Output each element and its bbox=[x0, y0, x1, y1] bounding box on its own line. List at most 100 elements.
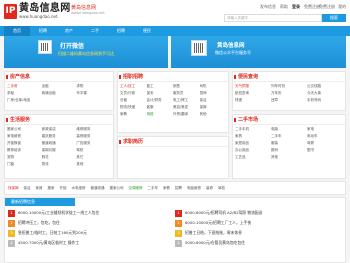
keyword-link[interactable]: 家教 bbox=[163, 186, 170, 191]
service-link[interactable]: 其他 bbox=[76, 161, 111, 168]
keyword-link[interactable]: 驾校 bbox=[218, 186, 225, 191]
convenience-link[interactable]: 快递 bbox=[235, 97, 271, 104]
job-title[interactable]: 4500-7000元/黄岛区临时工 操作工 bbox=[18, 240, 79, 246]
convenience-link[interactable]: 手机号码 bbox=[307, 97, 343, 104]
jobs-link[interactable]: 服务员 bbox=[173, 90, 200, 97]
job-title[interactable]: 急招普工/临时工，日结工160元到200元 bbox=[18, 230, 87, 236]
nav-item-jobs[interactable]: 招聘 bbox=[30, 26, 56, 36]
top-right-mine[interactable]: 我的 bbox=[338, 4, 346, 10]
top-link-publish[interactable]: 发布信息 bbox=[260, 4, 276, 10]
house-link[interactable]: 商铺出租 bbox=[42, 90, 77, 97]
jobs-link[interactable]: 电工/焊工 bbox=[173, 97, 200, 104]
service-link[interactable]: 物流 bbox=[42, 161, 77, 168]
convenience-link[interactable]: 列车时刻 bbox=[271, 83, 307, 90]
convenience-link[interactable]: 航班查询 bbox=[235, 90, 271, 97]
public-account-banner[interactable]: 黄岛信息网 微信公众平台服务号 bbox=[171, 36, 346, 68]
service-link[interactable]: 门窗 bbox=[7, 161, 42, 168]
jobs-link[interactable]: 保洁 bbox=[200, 97, 227, 104]
job-item[interactable]: 4 4500-7000元/黄岛区临时工 操作工 bbox=[8, 238, 175, 248]
second-hand-link[interactable]: 电动车 bbox=[307, 133, 343, 140]
jobs-link[interactable]: 美容/美发 bbox=[173, 104, 200, 111]
second-hand-link[interactable]: 办公用品 bbox=[235, 147, 271, 154]
city-switch[interactable]: 黄岛信息网 www.huangdao.net bbox=[71, 5, 105, 16]
second-hand-link[interactable]: 数码 bbox=[271, 147, 307, 154]
job-item[interactable]: 3 急招普工/临时工，日结工160元到200元 bbox=[8, 228, 175, 238]
nav-item-home[interactable]: 首页 bbox=[4, 26, 30, 36]
site-logo[interactable]: IP 黄岛信息网 www.huangdao.net bbox=[4, 3, 71, 19]
convenience-link[interactable]: 公交线路 bbox=[307, 83, 343, 90]
job-item[interactable]: 4 5000-6000元/仓管员黄岛包吃包住 bbox=[175, 238, 342, 248]
job-title[interactable]: 招普工日结，下班结账，周末休息 bbox=[185, 230, 242, 236]
jobs-link[interactable]: 工人/技工 bbox=[120, 83, 147, 90]
keyword-link[interactable]: 二手车 bbox=[148, 186, 159, 191]
keyword-link[interactable]: 管道疏通 bbox=[91, 186, 105, 191]
keyword-link[interactable]: 保洁 bbox=[24, 186, 31, 191]
house-link[interactable]: 求租 bbox=[7, 90, 42, 97]
top-link-help[interactable]: 帮助 bbox=[280, 4, 288, 10]
job-title[interactable]: 5000-6000元/仓管员黄岛包吃包住 bbox=[185, 240, 245, 246]
job-item[interactable]: 2 招聘冲压工，包吃，包住 bbox=[8, 218, 175, 228]
convenience-link[interactable]: 违章 bbox=[271, 97, 307, 104]
house-link[interactable]: 厂房/仓库/地皮 bbox=[7, 97, 111, 104]
latest-jobs-tab[interactable]: 最新招聘信息 bbox=[5, 198, 75, 206]
second-hand-link[interactable]: 服装 bbox=[271, 140, 307, 147]
job-title[interactable]: 6000-8000元/招聘司机 A2/B2驾照 物流配送 bbox=[185, 210, 262, 216]
service-link[interactable]: 维修服务 bbox=[76, 126, 111, 133]
top-right-register[interactable]: 免费注册 bbox=[319, 4, 335, 10]
nav-item-convenience[interactable]: 便民 bbox=[134, 26, 160, 36]
keyword-link[interactable]: 水电维修 bbox=[72, 186, 86, 191]
convenience-link[interactable]: 今天大事 bbox=[307, 90, 343, 97]
top-link-register[interactable]: 免费注册 bbox=[304, 4, 320, 10]
service-link[interactable]: 管道疏通 bbox=[42, 140, 77, 147]
service-link[interactable]: 教育培训 bbox=[7, 147, 42, 154]
jobs-link[interactable]: 保安 bbox=[147, 90, 174, 97]
job-item[interactable]: 2 6000-10000元/招聘工厂工人，上手快 bbox=[175, 218, 342, 228]
jobs-link[interactable]: 厨师 bbox=[200, 90, 227, 97]
jobs-link[interactable]: 外贸/翻译 bbox=[173, 111, 200, 118]
keyword-link[interactable]: 空调维修 bbox=[129, 186, 143, 191]
job-item[interactable]: 3 招普工日结，下班结账，周末休息 bbox=[175, 228, 342, 238]
second-hand-link[interactable]: 母婴 bbox=[307, 140, 343, 147]
job-item[interactable]: 1 6000-10000元/工业缝纫机学徒工一线工人包住 bbox=[8, 208, 175, 218]
second-hand-link[interactable]: 家具 bbox=[235, 133, 271, 140]
jobs-link[interactable]: 文员/行政 bbox=[120, 90, 147, 97]
service-link[interactable]: 广告服务 bbox=[76, 140, 111, 147]
jobs-link[interactable]: 司机 bbox=[200, 83, 227, 90]
job-title[interactable]: 招聘冲压工，包吃，包住 bbox=[18, 220, 60, 226]
nav-item-second[interactable]: 二手 bbox=[82, 26, 108, 36]
second-hand-link[interactable]: 二手手机 bbox=[235, 126, 271, 133]
jobs-link[interactable]: 其他 bbox=[200, 111, 227, 118]
service-link[interactable]: 装修服务 bbox=[76, 133, 111, 140]
house-link[interactable]: 二手房 bbox=[7, 83, 42, 90]
jobs-link[interactable]: 保姆 bbox=[200, 104, 227, 111]
nav-item-house[interactable]: 房产 bbox=[56, 26, 82, 36]
service-link[interactable]: 保姆月嫂 bbox=[42, 147, 77, 154]
house-link[interactable]: 写字楼 bbox=[76, 90, 111, 97]
keyword-link[interactable]: 搬家公司 bbox=[110, 186, 124, 191]
jobs-link[interactable]: 会计/财务 bbox=[147, 97, 174, 104]
jobs-link[interactable]: 网络 bbox=[147, 111, 174, 118]
nav-item-recruit[interactable]: 招聘 bbox=[108, 26, 134, 36]
keyword-link[interactable]: 装修 bbox=[206, 186, 213, 191]
service-link[interactable]: 家政保洁 bbox=[42, 126, 77, 133]
keyword-link[interactable]: 电脑维修 bbox=[187, 186, 201, 191]
service-link[interactable]: 婚庆服务 bbox=[42, 133, 77, 140]
second-hand-link[interactable]: 二手车 bbox=[271, 133, 307, 140]
keyword-link[interactable]: 找保姆 bbox=[8, 186, 19, 191]
keyword-link[interactable]: 招聘 bbox=[175, 186, 182, 191]
wechat-banner[interactable]: 打开微信 扫描二维码黄岛信息网到手可达 bbox=[4, 36, 168, 68]
jobs-link[interactable]: 客服 bbox=[147, 104, 174, 111]
service-link[interactable]: 其它 bbox=[76, 154, 111, 161]
job-item[interactable]: 1 6000-8000元/招聘司机 A2/B2驾照 物流配送 bbox=[175, 208, 342, 218]
keyword-link[interactable]: 开锁 bbox=[60, 186, 67, 191]
service-link[interactable]: 开锁换锁 bbox=[7, 140, 42, 147]
jobs-link[interactable]: 物流/快递 bbox=[120, 104, 147, 111]
service-link[interactable]: 鲜花 bbox=[42, 154, 77, 161]
second-hand-link[interactable]: 家居用品 bbox=[235, 140, 271, 147]
house-link[interactable]: 求购 bbox=[76, 83, 111, 90]
house-link[interactable]: 出租 bbox=[42, 83, 77, 90]
service-link[interactable]: 家电维修 bbox=[7, 133, 42, 140]
job-title[interactable]: 6000-10000元/招聘工厂工人，上手快 bbox=[185, 220, 251, 226]
second-hand-link[interactable]: 家电 bbox=[307, 126, 343, 133]
convenience-link[interactable]: 万年历 bbox=[271, 90, 307, 97]
